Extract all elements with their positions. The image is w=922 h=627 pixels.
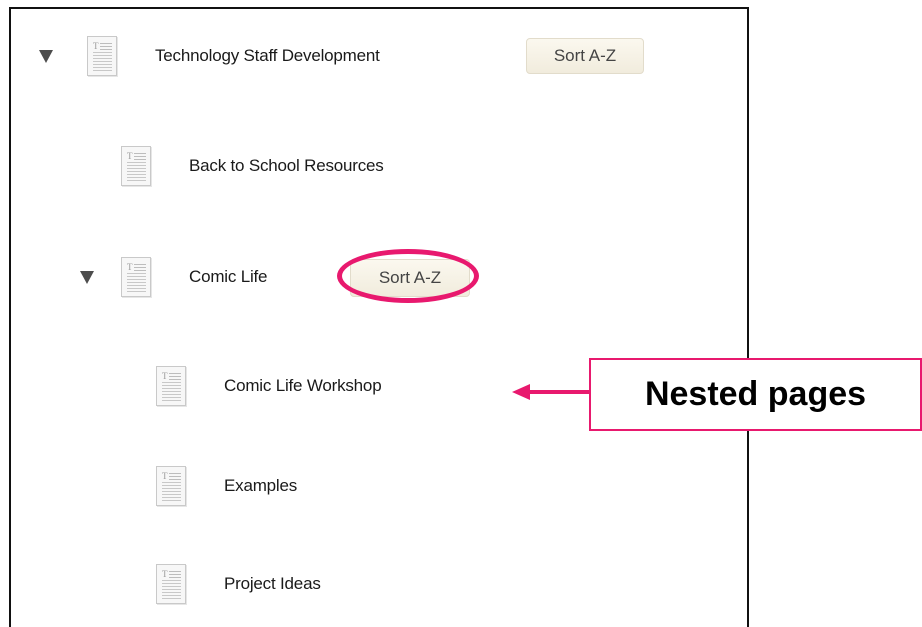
expanded-triangle-icon[interactable] [39,49,53,63]
sort-a-z-button[interactable]: Sort A-Z [526,38,644,74]
highlight-circle [337,249,479,303]
tree-item-label[interactable]: Technology Staff Development [155,46,380,66]
tree-item-comic-life-workshop[interactable]: T Comic Life Workshop [156,362,382,410]
tree-item-comic-life[interactable]: T Comic Life [80,253,268,301]
tree-item-back-to-school-resources[interactable]: T Back to School Resources [121,142,384,190]
page-icon: T [156,564,186,604]
tree-item-label[interactable]: Project Ideas [224,574,321,594]
page-icon: T [156,366,186,406]
page-tree-panel [9,7,749,627]
tree-item-examples[interactable]: T Examples [156,462,297,510]
tree-item-label[interactable]: Examples [224,476,297,496]
page-icon: T [156,466,186,506]
tree-item-label[interactable]: Back to School Resources [189,156,384,176]
page-icon: T [121,257,151,297]
tree-item-technology-staff-development[interactable]: T Technology Staff Development [39,32,380,80]
tree-item-label[interactable]: Comic Life [189,267,268,287]
tree-item-label[interactable]: Comic Life Workshop [224,376,382,396]
annotation-callout: Nested pages [589,358,922,431]
tree-item-project-ideas[interactable]: T Project Ideas [156,560,321,608]
arrow-left-icon [512,384,590,400]
expanded-triangle-icon[interactable] [80,270,94,284]
page-icon: T [121,146,151,186]
page-icon: T [87,36,117,76]
